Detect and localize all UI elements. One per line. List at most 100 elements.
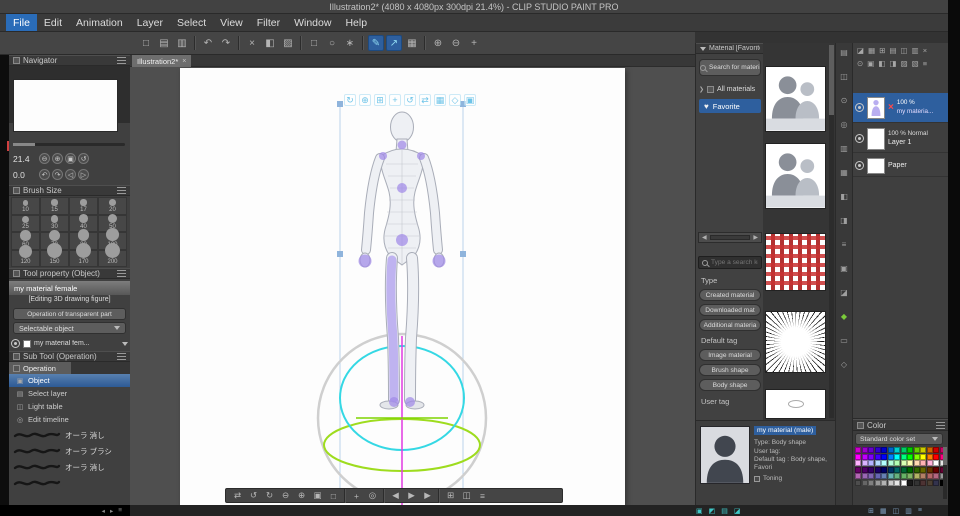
brush-size-item[interactable]: 150 — [40, 243, 69, 267]
sub-tool-menu-icon[interactable] — [117, 353, 126, 360]
brush-size-panel-icon[interactable]: ⊙ — [838, 95, 851, 106]
color-swatch[interactable] — [926, 466, 933, 473]
sub-tool-item[interactable]: ▤ Select layer — [9, 387, 130, 400]
pose-icon[interactable]: ◇ — [449, 94, 461, 106]
color-swatch[interactable] — [926, 447, 933, 453]
material-green-icon[interactable]: ◆ — [838, 311, 851, 322]
menu-item[interactable]: File — [6, 14, 37, 31]
material-thumbnail-partial[interactable] — [765, 389, 826, 419]
brush-size-item[interactable]: 200 — [98, 243, 127, 267]
color-swatch[interactable] — [913, 479, 920, 486]
color-swatch[interactable] — [894, 479, 900, 486]
color-panel-menu-icon[interactable] — [936, 421, 945, 429]
menu-item[interactable]: Animation — [69, 14, 130, 31]
selectable-object-dropdown[interactable]: Selectable object — [13, 322, 126, 334]
favorite-item[interactable]: ♥ Favorite — [699, 99, 761, 113]
search-materials-button[interactable]: Search for materials — [699, 59, 761, 76]
color-swatch[interactable] — [881, 473, 887, 479]
color-swatch[interactable] — [874, 466, 881, 473]
undo-icon[interactable]: ↶ — [200, 35, 216, 51]
reset-zoom-icon[interactable]: ↺ — [78, 153, 89, 164]
hand-tool-icon[interactable]: + — [466, 35, 482, 51]
color-swatch[interactable] — [933, 453, 939, 460]
redo-icon[interactable]: ↷ — [218, 35, 234, 51]
color-swatch[interactable] — [861, 447, 868, 453]
zoom-in-icon[interactable]: ⊕ — [52, 153, 63, 164]
object-rotate-icon[interactable]: ↺ — [404, 94, 416, 106]
document-tab[interactable]: Illustration2* × — [132, 55, 192, 67]
camera-pan-icon[interactable]: ⊕ — [359, 94, 371, 106]
brush-item[interactable] — [9, 475, 130, 491]
color-swatch[interactable] — [868, 473, 874, 479]
color-swatch[interactable] — [913, 466, 920, 473]
menu-item[interactable]: Window — [287, 14, 338, 31]
color-swatch[interactable] — [887, 453, 894, 460]
color-swatch[interactable] — [920, 473, 926, 479]
color-swatch[interactable] — [874, 453, 881, 460]
all-materials-item[interactable]: ❯ All materials — [699, 83, 761, 95]
navigator-menu-icon[interactable] — [117, 57, 126, 64]
color-history-icon[interactable]: ≡ — [838, 239, 851, 250]
grab-move-icon[interactable]: + — [349, 491, 364, 501]
default-tag-button[interactable]: Brush shape — [699, 364, 761, 376]
color-swatch[interactable] — [868, 453, 874, 460]
color-swatch[interactable] — [920, 460, 926, 466]
sub-tool-item[interactable]: ▣ Object — [9, 374, 130, 387]
first-frame-icon[interactable]: ◀ — [388, 490, 403, 501]
menu-item[interactable]: Layer — [130, 14, 170, 31]
zoom-in-icon[interactable]: ⊕ — [294, 490, 309, 501]
type-filter-button[interactable]: Created material — [699, 289, 761, 301]
layer-visibility-icon[interactable] — [855, 161, 864, 170]
visibility-eye-icon[interactable] — [11, 339, 20, 348]
menu-item[interactable]: Select — [170, 14, 213, 31]
grid-status-icon[interactable]: ⊞ — [868, 507, 874, 515]
menu-item[interactable]: Help — [338, 14, 374, 31]
color-swatch[interactable] — [881, 460, 887, 466]
flip-horizontal-icon[interactable]: ◁ — [65, 169, 76, 180]
brush-size-item[interactable]: 25 — [11, 214, 40, 232]
color-swatch[interactable] — [913, 473, 920, 479]
rows-status-icon[interactable]: ▥ — [905, 507, 912, 515]
color-swatch[interactable] — [874, 473, 881, 479]
menu-item[interactable]: Filter — [250, 14, 287, 31]
color-wheel-icon[interactable]: ◎ — [838, 119, 851, 130]
material-search-input[interactable] — [711, 259, 758, 266]
color-swatch[interactable] — [894, 460, 900, 466]
layer-menu-icon[interactable]: ≡ — [923, 59, 927, 68]
collapse-left-icon[interactable]: ◂ — [102, 507, 105, 515]
next-frame-icon[interactable]: ▶ — [420, 490, 435, 501]
panel-toggle-icon[interactable]: ◫ — [459, 490, 474, 501]
menu-item[interactable]: View — [213, 14, 250, 31]
color-swatch[interactable] — [855, 453, 861, 460]
color-swatch[interactable] — [907, 479, 913, 486]
merge-icon[interactable]: ◫ — [901, 46, 908, 55]
color-swatch[interactable] — [861, 460, 868, 466]
color-swatch[interactable] — [868, 479, 874, 486]
layer-row[interactable]: 100 % Normal Layer 1 — [853, 125, 949, 153]
reset-rotation-icon[interactable]: ▷ — [78, 169, 89, 180]
delete-layer-icon[interactable]: × — [923, 46, 927, 55]
zoom-in-icon[interactable]: ⊕ — [430, 35, 446, 51]
select-wand-icon[interactable]: ∗ — [342, 35, 358, 51]
color-swatch[interactable] — [861, 479, 868, 486]
approximate-color-icon[interactable]: ◨ — [838, 215, 851, 226]
mask-icon[interactable]: ▥ — [912, 46, 919, 55]
pager-prev-icon[interactable]: ◀ — [702, 234, 707, 241]
color-swatch[interactable] — [861, 466, 868, 473]
type-filter-button[interactable]: Downloaded mat — [699, 304, 761, 316]
reference-icon[interactable]: ▨ — [901, 59, 908, 68]
type-filter-button[interactable]: Additional materia — [699, 319, 761, 331]
expand-left-icon[interactable]: ▸ — [110, 507, 113, 515]
color-swatch[interactable] — [881, 447, 887, 453]
timeline-icon[interactable]: ▭ — [838, 335, 851, 346]
zoom-out-icon[interactable]: ⊖ — [278, 490, 293, 501]
color-swatch[interactable] — [933, 466, 939, 473]
color-swatch[interactable] — [855, 473, 861, 479]
color-swatch[interactable] — [900, 473, 907, 479]
brush-size-item[interactable]: 15 — [40, 197, 69, 215]
sub-view-icon[interactable]: ◫ — [838, 71, 851, 82]
fill-icon[interactable]: ◧ — [262, 35, 278, 51]
sub-tool-item[interactable]: ◎ Edit timeline — [9, 413, 130, 426]
color-grid-scrollbar[interactable] — [943, 447, 947, 499]
lock-icon[interactable]: ▣ — [867, 59, 874, 68]
